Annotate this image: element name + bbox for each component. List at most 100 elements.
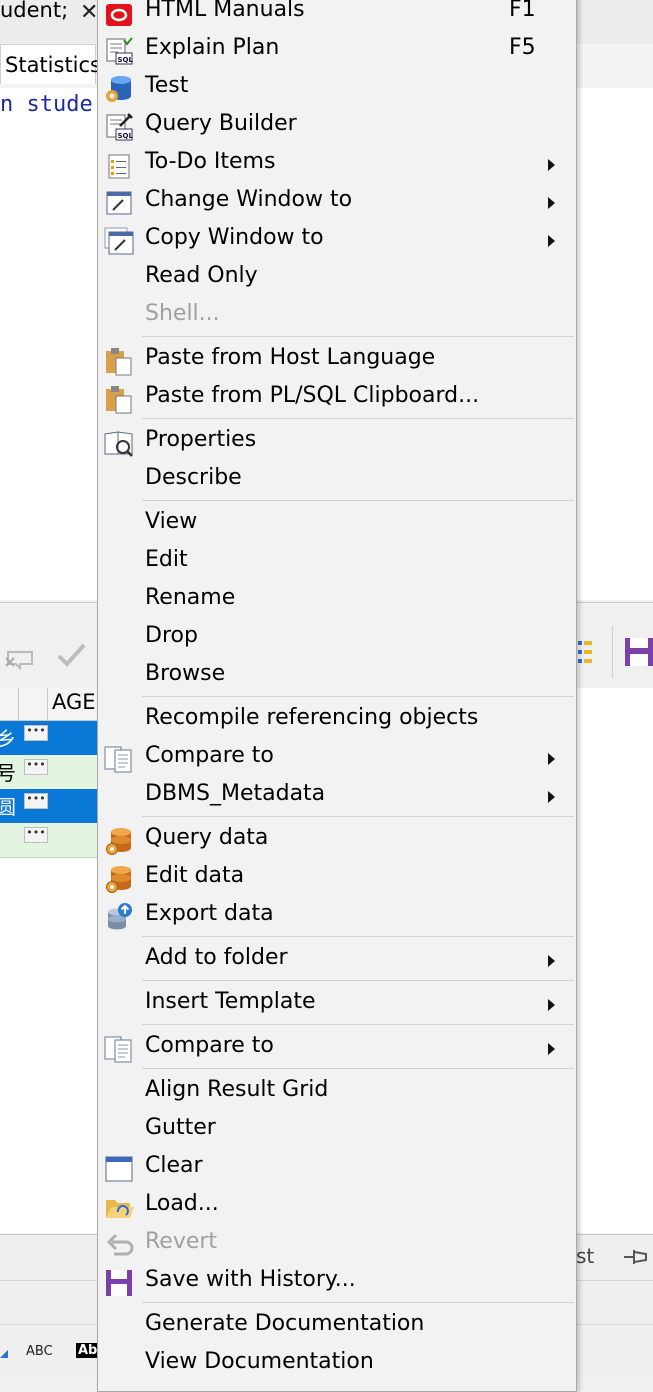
menu-item-read-only[interactable]: Read Only (98, 259, 576, 297)
menu-item-label: Test (145, 73, 189, 98)
menu-item-label: Properties (145, 427, 257, 452)
editor-right-area[interactable] (576, 88, 653, 600)
menu-item-compare-to[interactable]: Compare to (98, 739, 576, 777)
spell-check-indicator[interactable]: ABC (26, 1344, 53, 1359)
grid-cell: 号 (0, 761, 16, 785)
menu-separator (142, 418, 574, 419)
close-tab-icon[interactable]: ✕ (80, 0, 98, 25)
menu-item-label: Revert (145, 1229, 218, 1254)
menu-item-recompile-referencing-objects[interactable]: Recompile referencing objects (98, 701, 576, 739)
menu-separator (142, 980, 574, 981)
paste-icon (106, 348, 132, 376)
menu-item-label: Query Builder (145, 111, 297, 136)
menu-item-insert-template[interactable]: Insert Template (98, 985, 576, 1023)
menu-item-revert: Revert (98, 1225, 576, 1263)
grid-layout-icon[interactable] (576, 638, 594, 670)
menu-item-label: Insert Template (145, 989, 316, 1014)
menu-item-compare-to-2[interactable]: Compare to (98, 1029, 576, 1067)
menu-item-label: Shell... (145, 301, 220, 326)
submenu-arrow-icon (548, 1043, 555, 1055)
submenu-arrow-icon (548, 235, 555, 247)
menu-item-save-with-history[interactable]: Save with History... (98, 1263, 576, 1301)
menu-item-test[interactable]: Test (98, 69, 576, 107)
grid-cell-age[interactable] (48, 721, 98, 755)
menu-item-add-to-folder[interactable]: Add to folder (98, 941, 576, 979)
table-row[interactable]: 乡 ••• (0, 721, 98, 756)
column-header-age[interactable]: AGE (52, 690, 96, 714)
tab-statistics[interactable]: Statistics (0, 44, 101, 84)
menu-item-paste-from-host-language[interactable]: Paste from Host Language (98, 341, 576, 379)
menu-item-rename[interactable]: Rename (98, 581, 576, 619)
menu-item-clear[interactable]: Clear (98, 1149, 576, 1187)
query-builder-icon: SQL (106, 113, 133, 141)
menu-separator (142, 816, 574, 817)
post-changes-icon[interactable] (56, 640, 88, 670)
menu-item-label: Generate Documentation (145, 1311, 425, 1336)
save-icon[interactable] (624, 636, 653, 668)
table-row[interactable]: 号 ••• (0, 755, 98, 790)
case-indicator[interactable]: Ab (76, 1343, 100, 1358)
menu-item-label: Add to folder (145, 945, 288, 970)
menu-item-label: Copy Window to (145, 225, 324, 250)
cell-ellipsis-button[interactable]: ••• (24, 759, 48, 775)
explain-plan-icon: SQL (106, 37, 133, 65)
menu-item-browse[interactable]: Browse (98, 657, 576, 695)
menu-item-properties[interactable]: Properties (98, 423, 576, 461)
oracle-manual-icon (106, 4, 132, 26)
menu-item-change-window-to[interactable]: Change Window to (98, 183, 576, 221)
menu-item-label: To-Do Items (145, 149, 276, 174)
submenu-arrow-icon (548, 999, 555, 1011)
menu-item-edit-data[interactable]: Edit data (98, 859, 576, 897)
menu-item-drop[interactable]: Drop (98, 619, 576, 657)
menu-item-dbms-metadata[interactable]: DBMS_Metadata (98, 777, 576, 815)
menu-item-label: View (145, 509, 198, 534)
open-folder-icon (106, 1200, 134, 1218)
menu-item-label: Save with History... (145, 1267, 356, 1292)
menu-item-label: Describe (145, 465, 242, 490)
submenu-arrow-icon (548, 753, 555, 765)
editor-tab-title[interactable]: udent; (0, 0, 68, 22)
menu-item-query-builder[interactable]: SQL Query Builder (98, 107, 576, 145)
grid-cell-age[interactable] (48, 823, 98, 857)
menu-item-paste-from-plsql-clipboard[interactable]: Paste from PL/SQL Clipboard... (98, 379, 576, 417)
menu-item-query-data[interactable]: Query data (98, 821, 576, 859)
menu-item-gutter[interactable]: Gutter (98, 1111, 576, 1149)
cell-ellipsis-button[interactable]: ••• (24, 793, 48, 809)
menu-item-describe[interactable]: Describe (98, 461, 576, 499)
table-row[interactable]: 圆 ••• (0, 789, 98, 824)
context-menu: HTML Manuals F1 SQL Explain Plan F5 Test (97, 0, 577, 1392)
menu-item-view-documentation[interactable]: View Documentation (98, 1345, 576, 1383)
menu-item-copy-window-to[interactable]: Copy Window to (98, 221, 576, 259)
bottom-tab-label[interactable]: st (576, 1244, 594, 1268)
menu-item-label: Drop (145, 623, 198, 648)
cell-ellipsis-button[interactable]: ••• (24, 725, 48, 741)
menu-item-shell: Shell... (98, 297, 576, 335)
editor-code-text: n stude (0, 92, 93, 117)
menu-item-label: Browse (145, 661, 226, 686)
menu-item-export-data[interactable]: Export data (98, 897, 576, 935)
menu-item-load[interactable]: Load... (98, 1187, 576, 1225)
grid-cell: 圆 (0, 795, 16, 819)
menu-item-align-result-grid[interactable]: Align Result Grid (98, 1073, 576, 1111)
menu-item-label: Read Only (145, 263, 258, 288)
menu-item-html-manuals[interactable]: HTML Manuals F1 (98, 0, 576, 31)
cell-ellipsis-button[interactable]: ••• (24, 827, 48, 843)
paste-icon (106, 386, 132, 414)
test-database-icon (106, 76, 131, 102)
menu-item-edit[interactable]: Edit (98, 543, 576, 581)
menu-item-explain-plan[interactable]: SQL Explain Plan F5 (98, 31, 576, 69)
compare-icon (104, 746, 132, 773)
menu-item-to-do-items[interactable]: To-Do Items (98, 145, 576, 183)
grid-cell-age[interactable] (48, 789, 98, 823)
clear-records-icon[interactable] (2, 640, 38, 670)
grid-cell-age[interactable] (48, 755, 98, 789)
menu-separator (142, 500, 574, 501)
grid-header: AGE (0, 688, 98, 721)
table-row[interactable]: ••• (0, 823, 98, 858)
menu-item-generate-documentation[interactable]: Generate Documentation (98, 1307, 576, 1345)
grid-column-header[interactable] (18, 688, 48, 720)
menu-item-view[interactable]: View (98, 505, 576, 543)
save-icon (106, 1270, 132, 1296)
pin-icon[interactable] (622, 1246, 652, 1268)
menu-separator (142, 936, 574, 937)
